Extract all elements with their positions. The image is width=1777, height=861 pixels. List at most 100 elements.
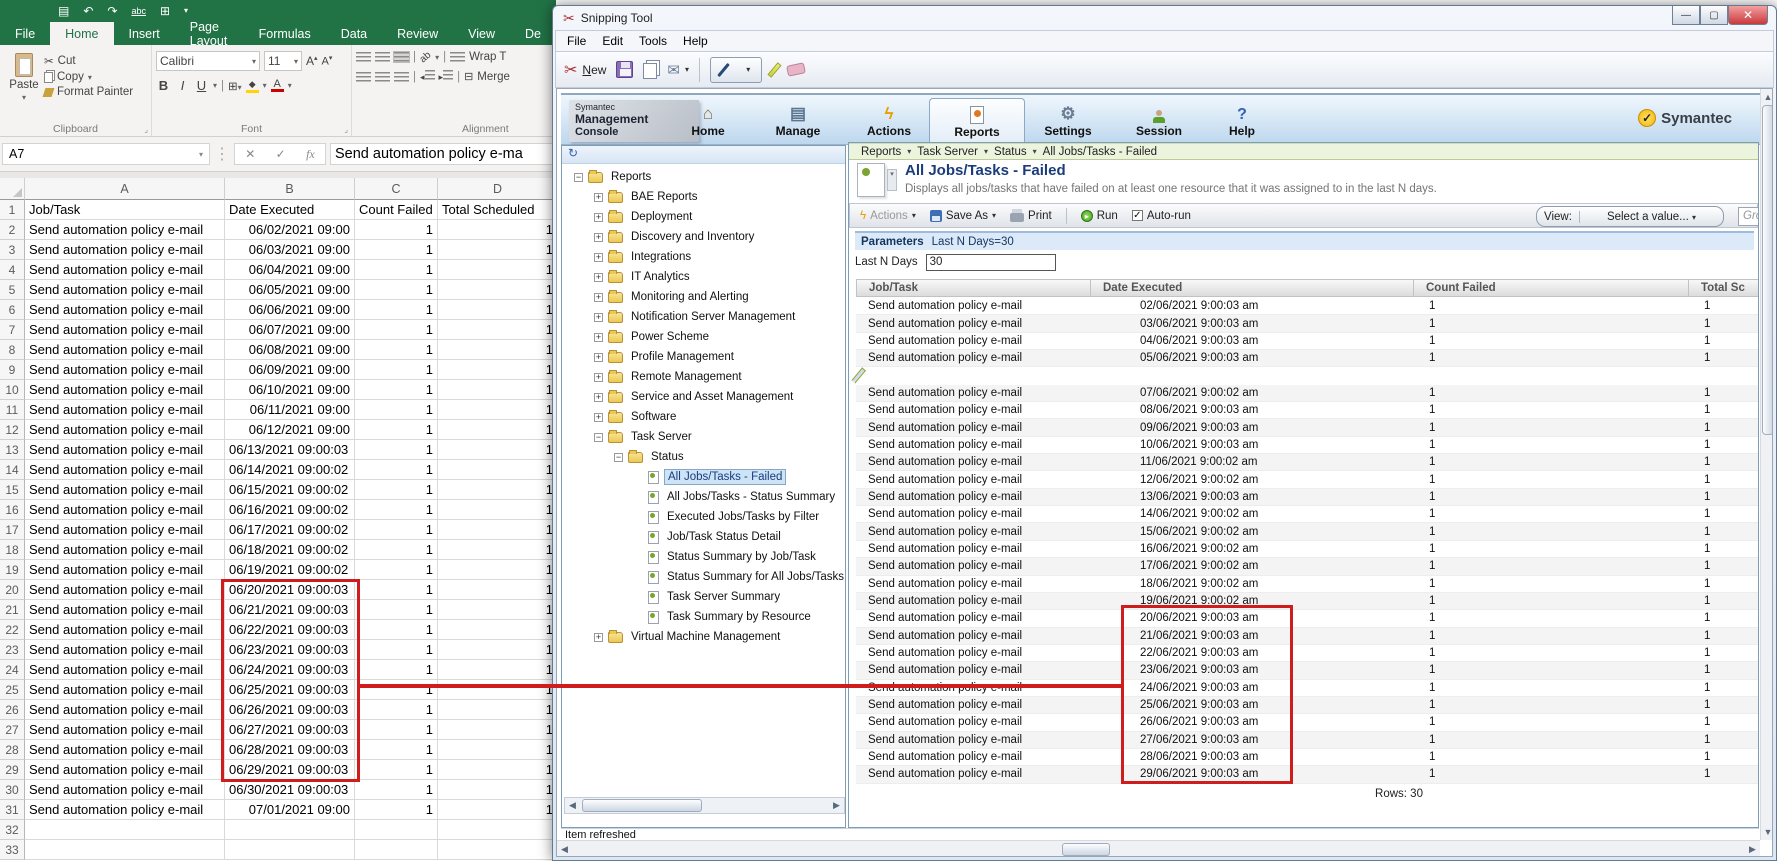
cell-total-scheduled[interactable]: 1: [438, 800, 556, 820]
cell-task[interactable]: Send automation policy e-mail: [25, 340, 225, 360]
actions-menu-button[interactable]: ϟActions▾: [860, 210, 916, 222]
cell-task[interactable]: Send automation policy e-mail: [25, 760, 225, 780]
maximize-button[interactable]: ▢: [1700, 6, 1728, 25]
font-name-combo[interactable]: Calibri▾: [156, 51, 260, 71]
tree-item-status[interactable]: −Status: [562, 447, 845, 467]
row-number[interactable]: 4: [0, 260, 25, 280]
col-date-executed[interactable]: Date Executed: [1091, 280, 1414, 296]
report-row[interactable]: Send automation policy e-mail11/06/2021 …: [856, 454, 1759, 471]
cell-task[interactable]: Send automation policy e-mail: [25, 700, 225, 720]
snip-horizontal-scrollbar[interactable]: ◀ ▶: [557, 840, 1760, 857]
cell-count-failed[interactable]: 1: [355, 420, 438, 440]
cell-date[interactable]: Date Executed: [225, 200, 355, 220]
cell-total-scheduled[interactable]: Total Scheduled: [438, 200, 556, 220]
cell-date[interactable]: [225, 820, 355, 840]
tree-item-discovery-and-inventory[interactable]: +Discovery and Inventory: [562, 227, 845, 247]
cell-total-scheduled[interactable]: 1: [438, 420, 556, 440]
qat-more-icon[interactable]: ▾: [184, 7, 188, 15]
last-n-days-input[interactable]: 30: [926, 254, 1056, 271]
eraser-button[interactable]: [787, 64, 805, 75]
cell-count-failed[interactable]: 1: [355, 540, 438, 560]
copy-button[interactable]: Copy▾: [44, 71, 133, 83]
cell-date[interactable]: 07/01/2021 09:00: [225, 800, 355, 820]
report-row[interactable]: Send automation policy e-mail05/06/2021 …: [856, 350, 1759, 367]
breadcrumb-task-server[interactable]: Task Server: [917, 146, 978, 158]
report-row[interactable]: Send automation policy e-mail28/06/2021 …: [856, 749, 1759, 766]
minimize-button[interactable]: —: [1672, 6, 1700, 25]
cell-count-failed[interactable]: 1: [355, 320, 438, 340]
menu-file[interactable]: File: [560, 32, 593, 50]
send-snip-button[interactable]: ✉▾: [667, 61, 689, 79]
tab-insert[interactable]: Insert: [114, 22, 175, 45]
cell-date[interactable]: 06/03/2021 09:00: [225, 240, 355, 260]
nav-help[interactable]: ? Help: [1200, 98, 1284, 144]
row-number[interactable]: 16: [0, 500, 25, 520]
row-number[interactable]: 17: [0, 520, 25, 540]
cell-total-scheduled[interactable]: [438, 820, 556, 840]
row-number[interactable]: 11: [0, 400, 25, 420]
tree-item-bae-reports[interactable]: +BAE Reports: [562, 187, 845, 207]
scroll-left-icon[interactable]: ◀: [565, 800, 580, 811]
row-number[interactable]: 6: [0, 300, 25, 320]
pen-button[interactable]: ▾: [710, 57, 762, 83]
tree-item-virtual-machine-management[interactable]: +Virtual Machine Management: [562, 627, 845, 647]
cell-date[interactable]: [225, 840, 355, 860]
row-number[interactable]: 23: [0, 640, 25, 660]
tab-formulas[interactable]: Formulas: [244, 22, 326, 45]
cell-count-failed[interactable]: 1: [355, 220, 438, 240]
vscroll-thumb[interactable]: [1762, 105, 1773, 435]
cell-task[interactable]: Send automation policy e-mail: [25, 780, 225, 800]
report-row[interactable]: Send automation policy e-mail18/06/2021 …: [856, 576, 1759, 593]
cell-count-failed[interactable]: 1: [355, 720, 438, 740]
tree-item-power-scheme[interactable]: +Power Scheme: [562, 327, 845, 347]
cell-date[interactable]: 06/11/2021 09:00: [225, 400, 355, 420]
save-as-button[interactable]: Save As▾: [930, 210, 996, 222]
cell-total-scheduled[interactable]: 1: [438, 720, 556, 740]
cell-date[interactable]: 06/12/2021 09:00: [225, 420, 355, 440]
tree-item-all-jobs-tasks-failed[interactable]: All Jobs/Tasks - Failed: [562, 467, 845, 487]
row-number[interactable]: 12: [0, 420, 25, 440]
cell-count-failed[interactable]: Count Failed: [355, 200, 438, 220]
tab-data[interactable]: Data: [326, 22, 382, 45]
close-button[interactable]: ✕: [1728, 6, 1768, 25]
expand-icon[interactable]: +: [594, 353, 603, 362]
cell-total-scheduled[interactable]: 1: [438, 540, 556, 560]
cell-date[interactable]: 06/16/2021 09:00:02: [225, 500, 355, 520]
cell-date[interactable]: 06/02/2021 09:00: [225, 220, 355, 240]
cell-date[interactable]: 06/30/2021 09:00:03: [225, 780, 355, 800]
save-snip-button[interactable]: [616, 61, 633, 78]
align-middle-button[interactable]: [375, 52, 390, 62]
cell-date[interactable]: 06/05/2021 09:00: [225, 280, 355, 300]
row-number[interactable]: 33: [0, 840, 25, 860]
formula-bar-splitter[interactable]: ⋮: [214, 144, 230, 164]
cell-total-scheduled[interactable]: 1: [438, 680, 556, 700]
expand-icon[interactable]: +: [594, 293, 603, 302]
cell-date[interactable]: 06/15/2021 09:00:02: [225, 480, 355, 500]
scroll-right-icon[interactable]: ▶: [829, 800, 844, 811]
cell-count-failed[interactable]: 1: [355, 300, 438, 320]
column-header-b[interactable]: B: [225, 178, 355, 200]
expand-icon[interactable]: +: [594, 253, 603, 262]
tree-item-task-server-summary[interactable]: Task Server Summary: [562, 587, 845, 607]
row-number[interactable]: 9: [0, 360, 25, 380]
insert-function-icon[interactable]: fx: [306, 147, 315, 162]
tree-item-service-and-asset-management[interactable]: +Service and Asset Management: [562, 387, 845, 407]
cell-total-scheduled[interactable]: 1: [438, 740, 556, 760]
tree-item-monitoring-and-alerting[interactable]: +Monitoring and Alerting: [562, 287, 845, 307]
row-number[interactable]: 24: [0, 660, 25, 680]
align-right-button[interactable]: [394, 72, 409, 82]
report-row[interactable]: Send automation policy e-mail23/06/2021 …: [856, 662, 1759, 679]
cell-count-failed[interactable]: 1: [355, 520, 438, 540]
col-count-failed[interactable]: Count Failed: [1414, 280, 1689, 296]
group-input[interactable]: Gro: [1738, 207, 1759, 226]
enter-icon[interactable]: ✓: [276, 147, 286, 161]
cell-total-scheduled[interactable]: 1: [438, 600, 556, 620]
row-number[interactable]: 2: [0, 220, 25, 240]
cell-count-failed[interactable]: 1: [355, 760, 438, 780]
cell-task[interactable]: Send automation policy e-mail: [25, 440, 225, 460]
row-number[interactable]: 14: [0, 460, 25, 480]
cell-total-scheduled[interactable]: 1: [438, 660, 556, 680]
cell-count-failed[interactable]: 1: [355, 460, 438, 480]
nav-settings[interactable]: ⚙ Settings: [1026, 98, 1110, 144]
menu-edit[interactable]: Edit: [595, 32, 630, 50]
